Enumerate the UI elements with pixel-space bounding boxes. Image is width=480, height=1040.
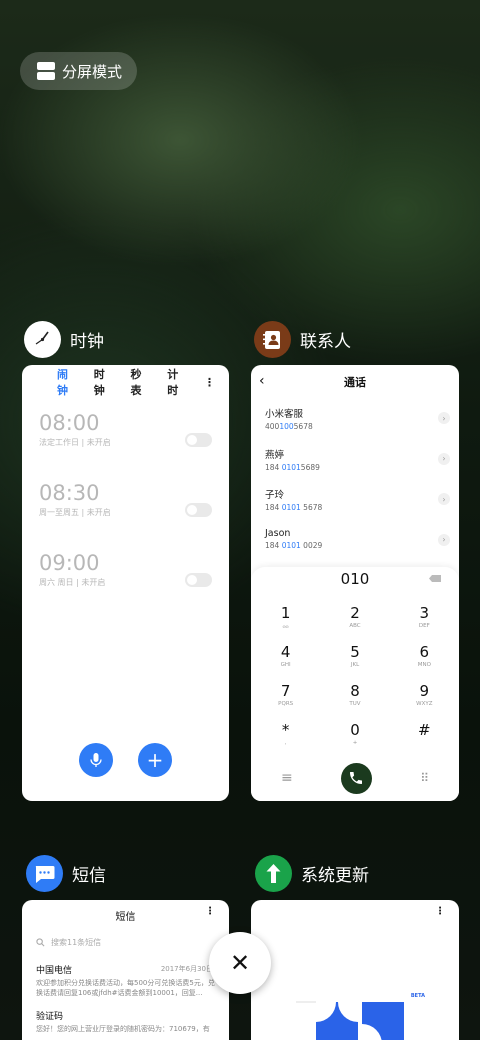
contacts-app-icon (254, 321, 291, 358)
call-button[interactable] (340, 762, 372, 794)
messages-app-header[interactable]: 短信 (26, 855, 106, 892)
miui-beta-illustration (296, 994, 420, 1040)
tab-alarm[interactable]: 闹钟 (57, 366, 76, 398)
search-placeholder: 搜索11条短信 (51, 937, 102, 947)
contact-name: 小米客服 (265, 409, 304, 420)
alarm-item[interactable]: 08:00 法定工作日 | 未开启 (22, 411, 229, 467)
more-options-icon[interactable]: ⋮ (435, 906, 445, 917)
updater-app-title: 系统更新 (301, 866, 369, 886)
search-icon (36, 937, 45, 946)
dial-number-display: 010 (251, 567, 459, 591)
back-icon[interactable]: ‹ (259, 373, 265, 389)
split-screen-button[interactable]: 分屏模式 (20, 52, 137, 90)
alarm-toggle[interactable] (185, 503, 212, 517)
search-input[interactable]: 搜索11条短信 (22, 930, 229, 954)
messages-app-title: 短信 (72, 866, 106, 886)
voice-alarm-button[interactable] (79, 743, 113, 777)
contact-row[interactable]: 子玲 184 0101 5678 › (251, 479, 459, 520)
keypad-icon[interactable]: ⠿ (420, 771, 429, 785)
alarm-toggle[interactable] (185, 573, 212, 587)
clear-all-button[interactable]: ✕ (209, 932, 271, 994)
contact-row[interactable]: 小米客服 4001005678 › (251, 398, 459, 439)
alarm-time: 08:30 (39, 481, 100, 505)
contact-name: Jason (265, 527, 291, 539)
dial-keys: 1 ဓဓ 2 ABC 3 DEF 4 GHI 5 JKL 6 MNO 7 PQRS 8 TUV … (251, 605, 459, 761)
dial-key-4[interactable]: 4 GHI (251, 644, 320, 683)
dialpad: 010 1 ဓဓ 2 ABC 3 DEF 4 GHI 5 JKL 6 MNO 7 PQRS 8… (251, 567, 459, 801)
dialpad-bottom-bar: ≡ ⠿ (251, 762, 459, 794)
clock-app-header[interactable]: 时钟 (24, 321, 104, 358)
tab-timer[interactable]: 计时 (167, 366, 186, 398)
contact-number: 184 0101 5678 (265, 503, 323, 512)
message-preview: 您好！您的网上营业厅登录的随机密码为：710679，有 (36, 1025, 210, 1033)
dial-key-star[interactable]: *, (251, 722, 320, 761)
mic-icon (90, 753, 102, 767)
dial-key-2[interactable]: 2 ABC (320, 605, 389, 644)
updater-app-card[interactable]: ⋮ BETA (251, 900, 459, 1040)
messages-app-icon (26, 855, 63, 892)
message-preview: 欢迎参加积分兑换话费活动，每500分可兑换话费5元，兑换话费请回复106或jfd… (36, 979, 215, 997)
contacts-app-header[interactable]: 联系人 (254, 321, 351, 358)
alarm-item[interactable]: 08:30 周一至周五 | 未开启 (22, 481, 229, 537)
updater-app-icon (255, 855, 292, 892)
dial-key-3[interactable]: 3 DEF (390, 605, 459, 644)
clock-app-icon (24, 321, 61, 358)
dial-key-6[interactable]: 6 MNO (390, 644, 459, 683)
clock-app-title: 时钟 (70, 332, 104, 352)
alarm-item[interactable]: 09:00 周六 周日 | 未开启 (22, 551, 229, 607)
message-sender: 验证码 (36, 1012, 64, 1022)
clock-app-card[interactable]: 闹钟 时钟 秒表 计时 ⋮ 08:00 法定工作日 | 未开启 08:30 周一… (22, 365, 229, 801)
dial-key-hash[interactable]: # (390, 722, 459, 761)
dial-key-7[interactable]: 7 PQRS (251, 683, 320, 722)
alarm-toggle[interactable] (185, 433, 212, 447)
contact-name: 子玲 (265, 490, 285, 501)
split-screen-icon (37, 62, 55, 80)
backspace-icon[interactable] (429, 575, 441, 582)
more-options-icon[interactable]: ⋮ (204, 376, 215, 389)
alarm-time: 09:00 (39, 551, 100, 575)
phone-icon (350, 772, 363, 784)
contact-row[interactable]: 燕婷 184 01015689 › (251, 439, 459, 480)
contact-number: 184 0101 0029 (265, 540, 323, 550)
message-item[interactable]: 中国电信 2017年6月30日 欢迎参加积分兑换话费活动，每500分可兑换话费5… (22, 954, 229, 1000)
chevron-right-icon[interactable]: › (438, 493, 450, 505)
tab-stopwatch[interactable]: 秒表 (131, 366, 150, 398)
contacts-app-title: 联系人 (300, 332, 351, 352)
clock-tabs: 闹钟 时钟 秒表 计时 ⋮ (22, 367, 229, 397)
messages-header: 短信 ⋮ (22, 900, 229, 930)
dial-key-8[interactable]: 8 TUV (320, 683, 389, 722)
message-date: 2017年6月30日 (160, 965, 213, 973)
dial-key-0[interactable]: 0 + (320, 722, 389, 761)
contacts-app-card[interactable]: ‹ 通话 小米客服 4001005678 › 燕婷 184 01015689 ›… (251, 365, 459, 801)
messages-header-title: 短信 (115, 911, 136, 923)
dial-key-5[interactable]: 5 JKL (320, 644, 389, 683)
chevron-right-icon[interactable]: › (438, 412, 450, 424)
messages-app-card[interactable]: 短信 ⋮ 搜索11条短信 中国电信 2017年6月30日 欢迎参加积分兑换话费活… (22, 900, 229, 1040)
menu-icon[interactable]: ≡ (281, 770, 293, 786)
dial-key-9[interactable]: 9 WXYZ (390, 683, 459, 722)
contact-number: 4001005678 (265, 422, 313, 431)
contacts-header-title: 通话 (344, 376, 366, 389)
split-screen-label: 分屏模式 (62, 62, 123, 81)
dial-key-1[interactable]: 1 ဓဓ (251, 605, 320, 644)
tab-clock[interactable]: 时钟 (94, 366, 113, 398)
contacts-header: ‹ 通话 (251, 366, 459, 398)
alarm-time: 08:00 (39, 411, 100, 435)
contact-name: 燕婷 (265, 449, 285, 461)
message-item[interactable]: 验证码 您好！您的网上营业厅登录的随机密码为：710679，有 (22, 1000, 229, 1040)
contact-row[interactable]: Jason 184 0101 0029 › (251, 520, 459, 561)
contact-number: 184 01015689 (265, 462, 320, 472)
chevron-right-icon[interactable]: › (438, 452, 450, 465)
close-icon: ✕ (229, 949, 251, 977)
more-options-icon[interactable]: ⋮ (205, 906, 215, 917)
chevron-right-icon[interactable]: › (438, 533, 450, 546)
updater-app-header[interactable]: 系统更新 (255, 855, 369, 892)
add-alarm-button[interactable]: + (138, 743, 172, 777)
beta-badge: BETA (410, 993, 425, 999)
